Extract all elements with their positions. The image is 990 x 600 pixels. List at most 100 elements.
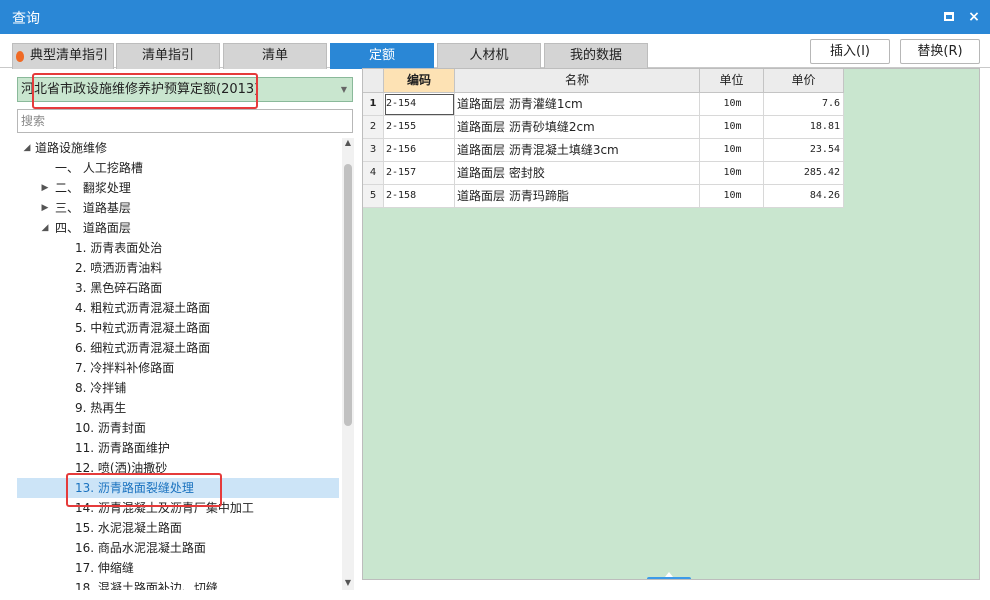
tree-node[interactable]: ▶ 三、 道路基层 xyxy=(17,198,339,218)
column-header-name[interactable]: 名称 xyxy=(455,69,700,93)
cell-code[interactable]: 2-155 xyxy=(384,116,455,139)
tab-bill[interactable]: 清单 xyxy=(223,43,327,69)
cell-name[interactable]: 道路面层 密封胶 xyxy=(455,162,700,185)
cell-name[interactable]: 道路面层 沥青砂填缝2cm xyxy=(455,116,700,139)
tree-node-label: 8. 冷拌铺 xyxy=(75,381,127,395)
cell-name[interactable]: 道路面层 沥青混凝土填缝3cm xyxy=(455,139,700,162)
tree-node-label: 二、 翻浆处理 xyxy=(55,181,131,195)
tab-label: 我的数据 xyxy=(569,48,622,63)
collapse-arrow-icon[interactable]: ◢ xyxy=(21,138,33,158)
tree-node[interactable]: 14. 沥青混凝土及沥青厂集中加工 xyxy=(17,498,339,518)
row-number[interactable]: 5 xyxy=(363,185,384,208)
tree-node[interactable]: 一、 人工挖路槽 xyxy=(17,158,339,178)
tree-node-label: 11. 沥青路面维护 xyxy=(75,441,170,455)
tree-node-label: 2. 喷洒沥青油料 xyxy=(75,261,163,275)
tree-node-label: 三、 道路基层 xyxy=(55,201,131,215)
tree-node[interactable]: 2. 喷洒沥青油料 xyxy=(17,258,339,278)
cell-unit[interactable]: 10m xyxy=(700,185,764,208)
tree-node-label: 四、 道路面层 xyxy=(55,221,131,235)
tree-node[interactable]: 17. 伸缩缝 xyxy=(17,558,339,578)
flame-icon xyxy=(16,51,24,62)
tree-node[interactable]: 8. 冷拌铺 xyxy=(17,378,339,398)
tree-node[interactable]: 7. 冷拌料补修路面 xyxy=(17,358,339,378)
cell-code[interactable]: 2-156 xyxy=(384,139,455,162)
tree-node[interactable]: 16. 商品水泥混凝土路面 xyxy=(17,538,339,558)
tab-labor-material-machine[interactable]: 人材机 xyxy=(437,43,541,69)
cell-unit[interactable]: 10m xyxy=(700,93,764,116)
cell-name[interactable]: 道路面层 沥青灌缝1cm xyxy=(455,93,700,116)
replace-button[interactable]: 替换(R) xyxy=(900,39,980,64)
grid-horizontal-scrollbar[interactable] xyxy=(647,572,691,579)
cell-price[interactable]: 18.81 xyxy=(764,116,844,139)
tree-node-label: 3. 黑色碎石路面 xyxy=(75,281,163,295)
tree-node-label: 15. 水泥混凝土路面 xyxy=(75,521,182,535)
tree-scrollbar[interactable]: ▲ ▼ xyxy=(342,138,354,590)
tree-node[interactable]: 10. 沥青封面 xyxy=(17,418,339,438)
tree-node[interactable]: 9. 热再生 xyxy=(17,398,339,418)
chevron-down-icon: ▼ xyxy=(340,85,347,94)
tree-node[interactable]: ◢ 道路设施维修 xyxy=(17,138,339,158)
tree-node[interactable]: ▶ 二、 翻浆处理 xyxy=(17,178,339,198)
close-icon[interactable]: × xyxy=(965,8,983,26)
cell-unit[interactable]: 10m xyxy=(700,139,764,162)
tree-node[interactable]: 1. 沥青表面处治 xyxy=(17,238,339,258)
tree-node[interactable]: 15. 水泥混凝土路面 xyxy=(17,518,339,538)
cell-price[interactable]: 7.6 xyxy=(764,93,844,116)
scrollbar-thumb[interactable] xyxy=(647,577,691,579)
tree-node-label: 13. 沥青路面裂缝处理 xyxy=(75,481,194,495)
restore-icon[interactable] xyxy=(940,8,958,26)
tree-node[interactable]: 5. 中粒式沥青混凝土路面 xyxy=(17,318,339,338)
row-number[interactable]: 4 xyxy=(363,162,384,185)
cell-price[interactable]: 23.54 xyxy=(764,139,844,162)
tab-label: 清单指引 xyxy=(141,48,194,63)
tab-bill-guide[interactable]: 清单指引 xyxy=(116,43,220,69)
search-input[interactable] xyxy=(17,109,353,133)
tree-node[interactable]: 3. 黑色碎石路面 xyxy=(17,278,339,298)
tree-node[interactable]: ◢ 四、 道路面层 xyxy=(17,218,339,238)
scroll-up-icon[interactable]: ▲ xyxy=(342,138,354,147)
tab-my-data[interactable]: 我的数据 xyxy=(544,43,648,69)
row-number[interactable]: 3 xyxy=(363,139,384,162)
tree-node[interactable]: 11. 沥青路面维护 xyxy=(17,438,339,458)
cell-code[interactable]: 2-154 xyxy=(384,93,455,116)
cell-unit[interactable]: 10m xyxy=(700,116,764,139)
scroll-down-icon[interactable]: ▼ xyxy=(342,578,354,587)
column-header-price[interactable]: 单价 xyxy=(764,69,844,93)
insert-button[interactable]: 插入(I) xyxy=(810,39,890,64)
expand-arrow-icon[interactable]: ▶ xyxy=(39,178,51,198)
cell-price[interactable]: 84.26 xyxy=(764,185,844,208)
quota-tree: ◢ 道路设施维修 一、 人工挖路槽 ▶ 二、 翻浆处理 ▶ 三、 道路基层 ◢ 四、 道路面层 1… xyxy=(17,138,339,590)
tree-node[interactable]: 6. 细粒式沥青混凝土路面 xyxy=(17,338,339,358)
tree-node-label: 1. 沥青表面处治 xyxy=(75,241,163,255)
scrollbar-thumb[interactable] xyxy=(344,164,352,426)
tree-node[interactable]: 13. 沥青路面裂缝处理 xyxy=(17,478,339,498)
expand-arrow-icon[interactable]: ▶ xyxy=(39,198,51,218)
tree-node-label: 16. 商品水泥混凝土路面 xyxy=(75,541,206,555)
cell-name[interactable]: 道路面层 沥青玛蹄脂 xyxy=(455,185,700,208)
column-header-unit[interactable]: 单位 xyxy=(700,69,764,93)
tree-node-label: 5. 中粒式沥青混凝土路面 xyxy=(75,321,211,335)
tree-node[interactable]: 4. 粗粒式沥青混凝土路面 xyxy=(17,298,339,318)
row-number[interactable]: 1 xyxy=(363,93,384,116)
tree-node[interactable]: 18. 混凝土路面补边、切缝 xyxy=(17,578,339,590)
tab-label: 清单 xyxy=(261,48,288,63)
tree-node-label: 12. 喷(洒)油撒砂 xyxy=(75,461,168,475)
row-number[interactable]: 2 xyxy=(363,116,384,139)
tree-node[interactable]: 12. 喷(洒)油撒砂 xyxy=(17,458,339,478)
cell-unit[interactable]: 10m xyxy=(700,162,764,185)
tab-typical-bill-guide[interactable]: 典型清单指引 xyxy=(12,43,114,69)
cell-code[interactable]: 2-157 xyxy=(384,162,455,185)
tree-node-label: 14. 沥青混凝土及沥青厂集中加工 xyxy=(75,501,254,515)
collapse-arrow-icon[interactable]: ◢ xyxy=(39,218,51,238)
quota-grid: 编码 名称 单位 单价 1 2-154 道路面层 沥青灌缝1cm 10m 7.6 2 2-155 道路… xyxy=(362,68,980,580)
title-bar: 查询 × xyxy=(0,0,990,34)
column-header-code[interactable]: 编码 xyxy=(384,69,455,93)
tab-quota[interactable]: 定额 xyxy=(330,43,434,69)
tree-node-label: 9. 热再生 xyxy=(75,401,127,415)
cell-price[interactable]: 285.42 xyxy=(764,162,844,185)
tab-label: 人材机 xyxy=(469,48,509,63)
tree-node-label: 4. 粗粒式沥青混凝土路面 xyxy=(75,301,211,315)
cell-code[interactable]: 2-158 xyxy=(384,185,455,208)
tab-label: 定额 xyxy=(368,48,395,63)
database-select[interactable]: 河北省市政设施维修养护预算定额(2013) ▼ xyxy=(17,77,353,102)
